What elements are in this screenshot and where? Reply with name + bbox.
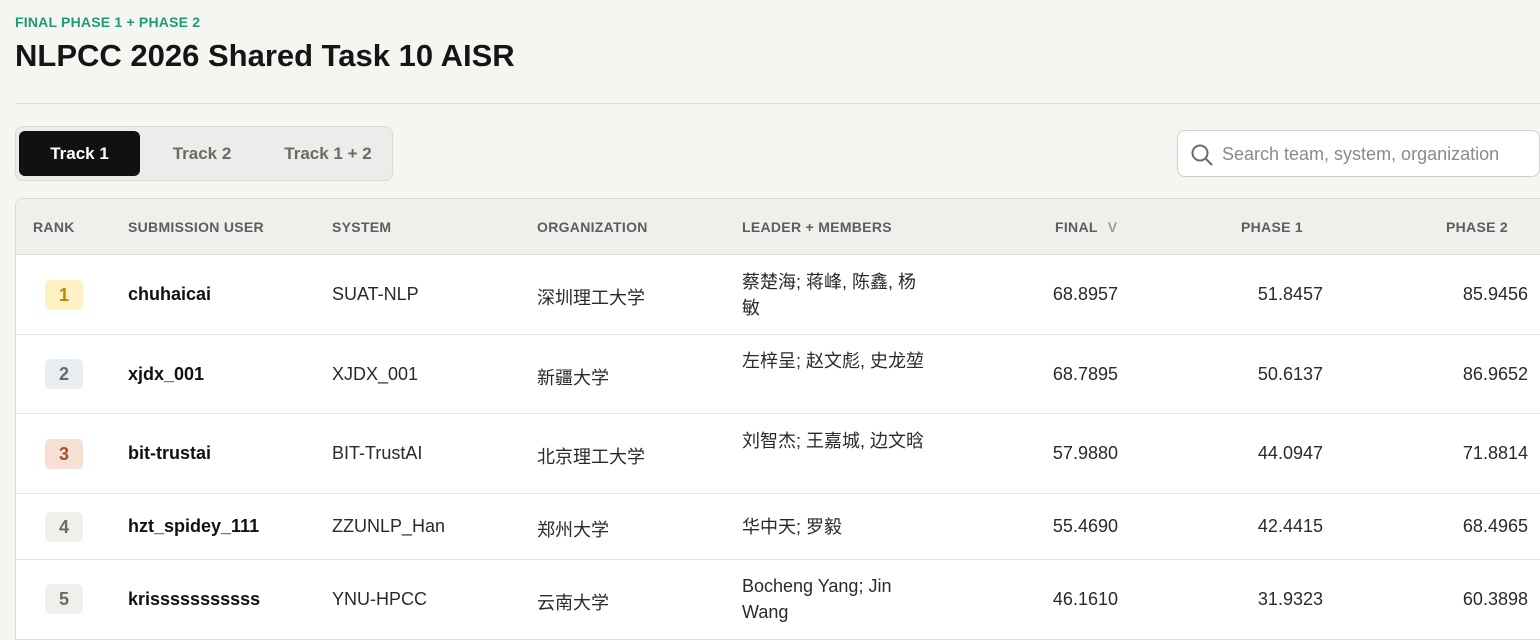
leader-members: 蔡楚海; 蒋峰, 陈鑫, 杨敏 (742, 272, 917, 318)
system-name: ZZUNLP_Han (332, 516, 446, 536)
column-header-members: LEADER + MEMBERS (742, 219, 892, 235)
leaderboard-page: FINAL PHASE 1 + PHASE 2 NLPCC 2026 Share… (0, 0, 1540, 640)
phase-1-score: 44.0947 (1257, 443, 1323, 463)
column-header-system: SYSTEM (332, 219, 392, 235)
final-header-label: FINAL (1055, 219, 1098, 235)
rank-badge: 4 (45, 512, 83, 542)
leaderboard-table: RANK SUBMISSION USER SYSTEM ORGANIZATION… (15, 198, 1540, 640)
table-row: 2 xjdx_001 XJDX_001 新疆大学 左梓呈; 赵文彪, 史龙堃 6… (16, 335, 1540, 414)
phase-2-score: 68.4965 (1462, 516, 1528, 536)
column-header-phase-1: PHASE 1 (1241, 219, 1304, 235)
tab-track-1-2[interactable]: Track 1 + 2 (266, 131, 390, 176)
final-score: 68.8957 (1052, 284, 1118, 304)
header-divider (15, 103, 1540, 104)
organization: 云南大学 (537, 593, 609, 613)
search-input[interactable] (1222, 137, 1534, 171)
submission-user: chuhaicai (128, 284, 212, 304)
phase-1-score: 50.6137 (1257, 364, 1323, 384)
phase-2-score: 60.3898 (1462, 589, 1528, 609)
phase-1-score: 31.9323 (1257, 589, 1323, 609)
track-tabs: Track 1 Track 2 Track 1 + 2 (15, 126, 393, 181)
rank-badge: 2 (45, 359, 83, 389)
organization: 郑州大学 (537, 520, 609, 540)
final-score: 57.9880 (1052, 443, 1118, 463)
column-header-organization: ORGANIZATION (537, 219, 648, 235)
column-header-rank: RANK (33, 219, 75, 235)
table-row: 4 hzt_spidey_111 ZZUNLP_Han 郑州大学 华中天; 罗毅… (16, 494, 1540, 560)
tab-track-1[interactable]: Track 1 (19, 131, 140, 176)
phase-1-score: 42.4415 (1257, 516, 1323, 536)
column-header-submission-user: SUBMISSION USER (128, 219, 264, 235)
organization: 新疆大学 (537, 368, 609, 388)
organization: 深圳理工大学 (537, 288, 645, 308)
submission-user: krisssssssssss (128, 589, 261, 609)
system-name: XJDX_001 (332, 364, 419, 384)
final-score: 55.4690 (1052, 516, 1118, 536)
table-row: 3 bit-trustai BIT-TrustAI 北京理工大学 刘智杰; 王嘉… (16, 414, 1540, 494)
search-box[interactable] (1177, 130, 1540, 177)
rank-badge: 3 (45, 439, 83, 469)
column-header-final[interactable]: FINAL V (1055, 219, 1117, 235)
sort-desc-icon: V (1107, 219, 1118, 235)
page-eyebrow: FINAL PHASE 1 + PHASE 2 (15, 14, 201, 30)
phase-2-score: 86.9652 (1462, 364, 1528, 384)
submission-user: hzt_spidey_111 (128, 516, 260, 536)
organization: 北京理工大学 (537, 447, 645, 467)
table-header: RANK SUBMISSION USER SYSTEM ORGANIZATION… (16, 199, 1540, 255)
leader-members: 华中天; 罗毅 (742, 517, 843, 537)
rank-badge: 1 (45, 280, 83, 310)
phase-1-score: 51.8457 (1257, 284, 1323, 304)
final-score: 68.7895 (1052, 364, 1118, 384)
page-title: NLPCC 2026 Shared Task 10 AISR (15, 38, 515, 73)
table-row: 5 krisssssssssss YNU-HPCC 云南大学 Bocheng Y… (16, 560, 1540, 639)
table-row: 1 chuhaicai SUAT-NLP 深圳理工大学 蔡楚海; 蒋峰, 陈鑫,… (16, 255, 1540, 335)
column-header-phase-2: PHASE 2 (1446, 219, 1509, 235)
submission-user: xjdx_001 (128, 364, 205, 384)
final-score: 46.1610 (1052, 589, 1118, 609)
leader-members: 刘智杰; 王嘉城, 边文晗 (742, 431, 925, 451)
submission-user: bit-trustai (128, 443, 211, 463)
system-name: YNU-HPCC (332, 589, 428, 609)
phase-2-score: 85.9456 (1462, 284, 1528, 304)
search-icon (1191, 144, 1213, 166)
tab-track-2[interactable]: Track 2 (146, 131, 258, 176)
system-name: BIT-TrustAI (332, 443, 423, 463)
leader-members: Bocheng Yang; Jin Wang (742, 576, 892, 622)
system-name: SUAT-NLP (332, 284, 419, 304)
rank-badge: 5 (45, 584, 83, 614)
leader-members: 左梓呈; 赵文彪, 史龙堃 (742, 351, 925, 371)
phase-2-score: 71.8814 (1462, 443, 1528, 463)
